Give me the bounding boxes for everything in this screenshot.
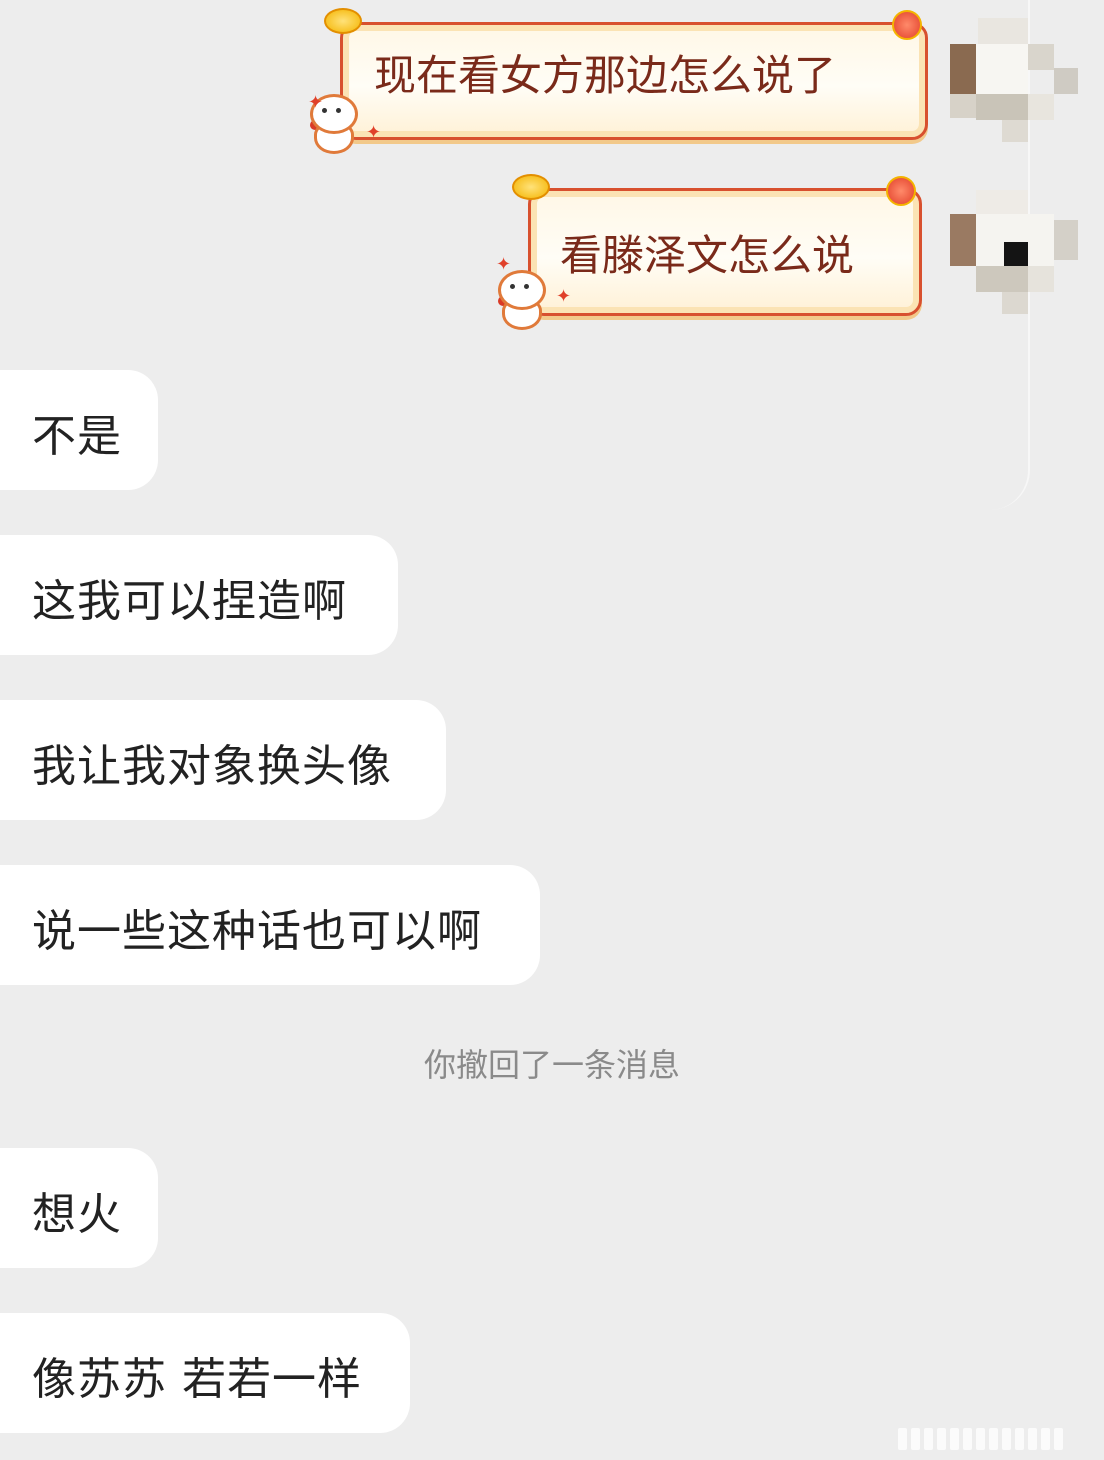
message-text: 不是 bbox=[32, 411, 122, 462]
message-text: 这我可以捏造啊 bbox=[32, 576, 347, 627]
sparkle-icon: ✦ bbox=[308, 92, 324, 113]
message-text: 像苏苏 若若一样 bbox=[32, 1354, 362, 1405]
sparkle-icon: ✦ bbox=[556, 286, 572, 307]
sent-message-bubble[interactable]: ✦ ✦ 看滕泽文怎么说 bbox=[496, 174, 922, 330]
message-text: 现在看女方那边怎么说了 bbox=[374, 51, 837, 100]
sent-message-bubble[interactable]: ✦ ✦ 现在看女方那边怎么说了 bbox=[308, 8, 928, 154]
sparkle-icon: ✦ bbox=[496, 254, 512, 275]
lantern-icon bbox=[886, 176, 916, 206]
received-message-bubble[interactable]: 说一些这种话也可以啊 bbox=[0, 865, 540, 985]
watermark bbox=[898, 1428, 1094, 1454]
message-text: 说一些这种话也可以啊 bbox=[32, 906, 482, 957]
received-message-bubble[interactable]: 像苏苏 若若一样 bbox=[0, 1313, 410, 1433]
message-text: 想火 bbox=[32, 1189, 122, 1240]
avatar[interactable] bbox=[950, 18, 1078, 142]
gold-ingot-icon bbox=[512, 174, 550, 200]
message-text: 看滕泽文怎么说 bbox=[560, 231, 855, 280]
message-text: 我让我对象换头像 bbox=[32, 741, 392, 792]
gold-ingot-icon bbox=[324, 8, 362, 34]
recalled-message-notice: 你撤回了一条消息 bbox=[423, 1046, 680, 1084]
sparkle-icon: ✦ bbox=[366, 122, 382, 143]
festive-cat-mascot-icon bbox=[492, 270, 546, 330]
received-message-bubble[interactable]: 这我可以捏造啊 bbox=[0, 535, 398, 655]
received-message-bubble[interactable]: 想火 bbox=[0, 1148, 158, 1268]
avatar[interactable] bbox=[950, 190, 1078, 314]
lantern-icon bbox=[892, 10, 922, 40]
received-message-bubble[interactable]: 不是 bbox=[0, 370, 158, 490]
received-message-bubble[interactable]: 我让我对象换头像 bbox=[0, 700, 446, 820]
